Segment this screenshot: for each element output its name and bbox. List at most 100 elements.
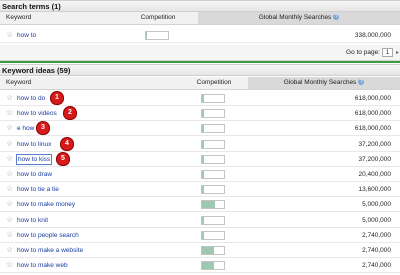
competition-bar-fill bbox=[202, 95, 204, 102]
page-number-input[interactable]: 1 bbox=[382, 48, 393, 57]
keyword-link[interactable]: how to make money bbox=[17, 200, 75, 209]
table-row: ☆ how to do 1 618,000,000 bbox=[0, 91, 400, 106]
gms-value: 37,200,000 bbox=[358, 140, 391, 148]
competition-bar-fill bbox=[202, 171, 204, 178]
info-icon[interactable]: ? bbox=[333, 14, 340, 21]
keyword-column-label: Keyword bbox=[6, 79, 32, 86]
table-row: ☆ how to kiss 5 37,200,000 bbox=[0, 151, 400, 167]
table-row: ☆ how to 338,000,000 bbox=[0, 28, 400, 43]
competition-bar bbox=[201, 154, 225, 164]
competition-bar-fill bbox=[202, 216, 204, 224]
keyword-link[interactable]: how to people search bbox=[17, 231, 79, 240]
star-icon[interactable]: ☆ bbox=[6, 30, 13, 40]
star-icon[interactable]: ☆ bbox=[6, 184, 13, 194]
gms-value: 13,600,000 bbox=[358, 186, 391, 194]
star-icon[interactable]: ☆ bbox=[6, 169, 13, 179]
search-terms-header: Search terms (1) bbox=[0, 0, 400, 12]
go-to-page-label: Go to page: bbox=[346, 49, 380, 56]
heart-badge-icon: 5 bbox=[57, 152, 69, 165]
competition-bar-fill bbox=[202, 110, 204, 118]
page-arrow-icon[interactable]: ▸ bbox=[396, 49, 399, 56]
competition-bar-fill bbox=[202, 125, 204, 133]
table-row: ☆ how to make money 5,000,000 bbox=[0, 197, 400, 213]
keyword-link[interactable]: how to draw bbox=[17, 170, 52, 179]
keyword-link[interactable]: how to bbox=[17, 31, 36, 40]
gms-value: 2,740,000 bbox=[362, 262, 391, 270]
competition-column-label[interactable]: Competition bbox=[130, 12, 186, 24]
competition-bar bbox=[201, 200, 225, 210]
star-icon[interactable]: ☆ bbox=[6, 260, 13, 270]
heart-badge-icon: 2 bbox=[64, 107, 76, 120]
competition-bar bbox=[201, 261, 225, 271]
gms-column-header[interactable]: Global Monthly Searches? bbox=[198, 12, 400, 24]
competition-bar bbox=[201, 215, 225, 225]
competition-bar-fill bbox=[202, 262, 214, 270]
competition-bar-fill bbox=[202, 231, 204, 239]
star-icon[interactable]: ☆ bbox=[6, 139, 13, 149]
heart-badge-icon: 3 bbox=[37, 122, 49, 135]
heart-badge-icon: 1 bbox=[51, 92, 63, 104]
competition-bar bbox=[201, 170, 225, 179]
star-icon[interactable]: ☆ bbox=[6, 245, 13, 255]
keyword-link[interactable]: how to kiss bbox=[15, 153, 53, 165]
table-row: ☆ how to make a website 2,740,000 bbox=[0, 243, 400, 258]
gms-value: 618,000,000 bbox=[354, 95, 391, 102]
table-row: ☆ how to knit 5,000,000 bbox=[0, 212, 400, 228]
keyword-ideas-header: Keyword ideas (59) bbox=[0, 64, 400, 76]
competition-bar bbox=[201, 230, 225, 240]
keyword-link[interactable]: how to knit bbox=[17, 216, 48, 225]
gms-value: 20,400,000 bbox=[358, 171, 391, 178]
search-terms-column-header: Keyword Competition Global Monthly Searc… bbox=[0, 12, 400, 25]
table-row: ☆ how to tie a tie 13,600,000 bbox=[0, 182, 400, 198]
gms-value: 5,000,000 bbox=[362, 201, 391, 209]
section-divider bbox=[0, 61, 400, 63]
keyword-link[interactable]: how to make web bbox=[17, 261, 68, 270]
pagination: Go to page: 1 ▸ bbox=[0, 45, 400, 61]
gms-value: 338,000,000 bbox=[354, 32, 391, 39]
keyword-link[interactable]: how to videos bbox=[17, 109, 57, 118]
gms-column-header[interactable]: Global Monthly Searches? bbox=[248, 77, 400, 89]
keyword-ideas-column-header: Keyword Competition Global Monthly Searc… bbox=[0, 77, 400, 90]
competition-bar bbox=[201, 185, 225, 195]
competition-bar bbox=[201, 109, 225, 119]
star-icon[interactable]: ☆ bbox=[6, 199, 13, 209]
keyword-link[interactable]: how to linux bbox=[17, 140, 51, 149]
table-row: ☆ how to people search 2,740,000 bbox=[0, 227, 400, 243]
competition-bar bbox=[201, 246, 225, 255]
competition-bar-fill bbox=[202, 201, 215, 209]
gms-value: 37,200,000 bbox=[358, 155, 391, 163]
competition-bar bbox=[201, 139, 225, 149]
heart-badge-icon: 4 bbox=[61, 137, 73, 150]
star-icon[interactable]: ☆ bbox=[6, 93, 13, 103]
gms-value: 2,740,000 bbox=[362, 231, 391, 239]
gms-column-label: Global Monthly Searches bbox=[258, 14, 332, 21]
table-row: ☆ how to draw 20,400,000 bbox=[0, 167, 400, 182]
gms-value: 5,000,000 bbox=[362, 216, 391, 224]
gms-value: 618,000,000 bbox=[354, 110, 391, 118]
star-icon[interactable]: ☆ bbox=[6, 108, 13, 118]
keyword-column-label: Keyword bbox=[6, 14, 32, 21]
keyword-link[interactable]: how to make a website bbox=[17, 246, 83, 255]
gms-column-label: Global Monthly Searches bbox=[283, 79, 357, 86]
gms-value: 2,740,000 bbox=[362, 247, 391, 254]
star-icon[interactable]: ☆ bbox=[6, 154, 13, 164]
competition-bar bbox=[145, 31, 169, 40]
competition-bar-fill bbox=[146, 32, 147, 39]
table-row: ☆ e how 3 618,000,000 bbox=[0, 121, 400, 137]
competition-bar bbox=[201, 124, 225, 134]
table-row: ☆ how to make web 2,740,000 bbox=[0, 258, 400, 274]
competition-bar bbox=[201, 94, 225, 103]
star-icon[interactable]: ☆ bbox=[6, 123, 13, 133]
keyword-link[interactable]: e how bbox=[17, 124, 34, 133]
competition-bar-fill bbox=[202, 247, 214, 254]
gms-value: 618,000,000 bbox=[354, 125, 391, 133]
competition-column-label[interactable]: Competition bbox=[186, 77, 242, 89]
star-icon[interactable]: ☆ bbox=[6, 215, 13, 225]
competition-bar-fill bbox=[202, 186, 204, 194]
info-icon[interactable]: ? bbox=[358, 79, 365, 86]
table-row: ☆ how to linux 4 37,200,000 bbox=[0, 136, 400, 152]
keyword-link[interactable]: how to do bbox=[17, 94, 45, 103]
keyword-link[interactable]: how to tie a tie bbox=[17, 185, 59, 194]
star-icon[interactable]: ☆ bbox=[6, 230, 13, 240]
competition-bar-fill bbox=[202, 155, 204, 163]
